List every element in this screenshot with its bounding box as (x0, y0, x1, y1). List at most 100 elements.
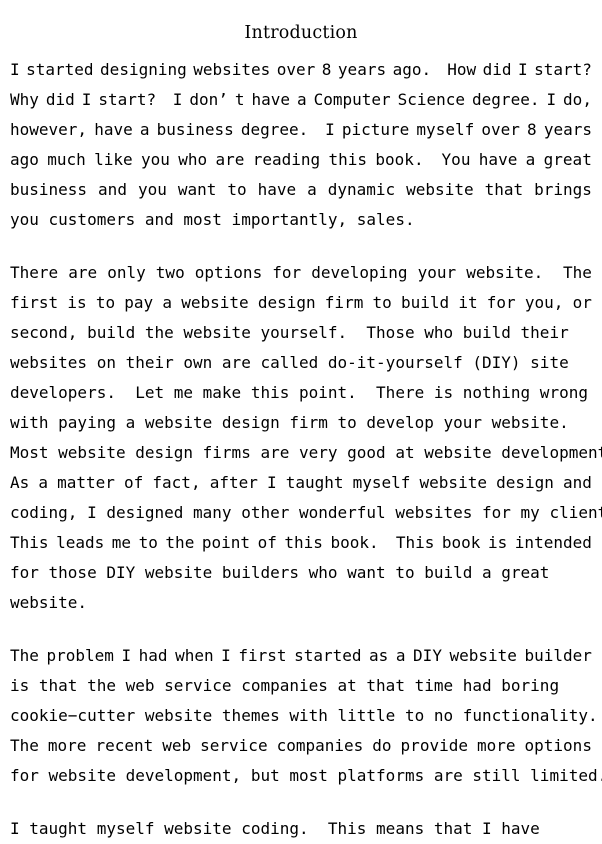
text-word: I (325, 120, 335, 139)
text-word: This (395, 533, 435, 552)
text-word: like (94, 150, 133, 169)
text-word: have (94, 120, 133, 139)
text-word: book (441, 533, 481, 552)
text-word: to (372, 293, 392, 312)
text-word: degree. (240, 120, 318, 139)
text-word: business (156, 120, 234, 139)
text-word: the (165, 533, 195, 552)
text-word: who (178, 150, 208, 169)
text-line: The problem Ihad when Ifirst started as a DIY web… (10, 641, 592, 671)
text-word: and (98, 180, 127, 199)
text-line: Why did Istart? Idon’ t have a Computer Science… (10, 85, 592, 115)
text-word: start? (98, 90, 166, 109)
text-word: firm (324, 293, 364, 312)
text-word: you, (524, 293, 564, 312)
paragraph: I taught myself website coding. This mea… (10, 814, 592, 844)
text-word: this (284, 533, 323, 552)
text-word: did (482, 60, 512, 79)
text-word: a (38, 473, 49, 492)
text-line: business and you want to have a dynamic website t… (10, 175, 592, 205)
text-word: when (175, 646, 214, 665)
text-word: to (227, 180, 247, 199)
text-word: this (328, 150, 368, 169)
page-title: Introduction (244, 22, 358, 43)
text-word: website. (466, 263, 553, 282)
text-word: The (10, 646, 39, 665)
text-word: ago (10, 150, 39, 169)
text-line: cookie−cutter website themes with little… (10, 706, 598, 725)
text-word: me (111, 533, 132, 552)
text-line: first is to pay a website design firm to build it f… (10, 288, 592, 318)
text-word: do, (563, 90, 592, 109)
text-word: website (406, 180, 474, 199)
text-word: You (441, 150, 471, 169)
text-line: There are only two options for developing your w… (10, 258, 592, 288)
text-word: your (417, 263, 457, 282)
text-word: to (138, 533, 158, 552)
text-word: builder (524, 646, 592, 665)
text-word: are (68, 263, 98, 282)
paragraph: Istarted designing websites over 8 years ago. … (10, 55, 592, 235)
text-word: t (234, 90, 245, 109)
text-word: or (572, 293, 592, 312)
text-word: over (481, 120, 520, 139)
text-word: I (221, 646, 231, 665)
paragraph: There are only two options for developing your w… (10, 258, 602, 618)
text-word: options (194, 263, 263, 282)
text-line: coding, I designed many other wonderful … (10, 503, 602, 522)
text-word: as (369, 646, 389, 665)
text-word: web (162, 736, 192, 755)
text-word: over (276, 60, 316, 79)
text-word: want (177, 180, 217, 199)
text-word: website (419, 473, 487, 492)
text-word: of (124, 473, 144, 492)
text-word: developing (311, 263, 408, 282)
text-word: are (215, 150, 245, 169)
text-word: How (447, 60, 477, 79)
text-word: after (209, 473, 258, 492)
text-word: years (337, 60, 387, 79)
text-line: website. (10, 593, 88, 612)
text-word: myself (416, 120, 475, 139)
text-word: had (138, 646, 168, 665)
text-line: for those DIY website builders who want … (10, 563, 550, 582)
text-word: design (257, 293, 316, 312)
text-word: however, (10, 120, 88, 139)
text-word: did (45, 90, 75, 109)
text-word: degree. (472, 90, 540, 109)
text-word: a (525, 150, 536, 169)
text-word: 8 (527, 120, 537, 139)
text-word: and (562, 473, 592, 492)
text-line: Istarted designing websites over 8 years ago. … (10, 55, 592, 85)
text-line: you customers and most importantly, sale… (10, 210, 415, 229)
text-line: with paying a website design firm to dev… (10, 413, 569, 432)
text-word: I (518, 60, 528, 79)
text-word: you (137, 180, 167, 199)
text-word: I (121, 646, 132, 665)
text-word: a (162, 293, 172, 312)
text-word: only (107, 263, 146, 282)
text-word: As (10, 473, 30, 492)
paragraph: The problem Ihad when Ifirst started as a DIY web… (10, 641, 602, 791)
text-word: brings (534, 180, 592, 199)
text-line: second, build the website yourself. Thos… (10, 323, 569, 342)
text-word: started (294, 646, 362, 665)
text-word: have (251, 90, 291, 109)
text-word: start? (534, 60, 592, 79)
text-word: Computer (313, 90, 391, 109)
text-line: developers. Let me make this point. Ther… (10, 383, 588, 402)
text-word: that (484, 180, 524, 199)
text-word: first (10, 293, 59, 312)
text-word: I (546, 90, 557, 109)
text-word: is (487, 533, 508, 552)
text-word: do (372, 736, 392, 755)
text-word: point (201, 533, 251, 552)
text-word: I (81, 90, 92, 109)
text-line: Most website design firms are very good … (10, 443, 602, 462)
text-word: The (10, 736, 39, 755)
text-word: more (476, 736, 516, 755)
text-word: I (266, 473, 277, 492)
text-word: two (155, 263, 185, 282)
text-word: websites (193, 60, 271, 79)
text-line: I taught myself website coding. This mea… (10, 819, 540, 838)
